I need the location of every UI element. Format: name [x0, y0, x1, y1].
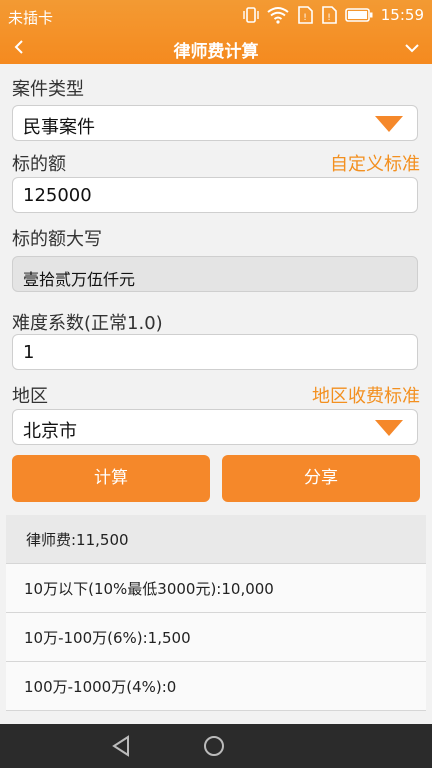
system-nav-bar [0, 724, 432, 768]
result-row: 10万以下(10%最低3000元):10,000 [6, 564, 426, 613]
calculate-button[interactable]: 计算 [12, 455, 210, 502]
amount-upper-field: 壹拾贰万伍仟元 [12, 256, 418, 292]
result-text: 10万以下(10%最低3000元):10,000 [24, 580, 274, 598]
nav-bar: 律师费计算 [0, 32, 432, 64]
dropdown-arrow-icon [375, 116, 403, 132]
sim-card-icon: ! [297, 6, 313, 24]
case-type-value: 民事案件 [23, 117, 95, 138]
result-row: 100万-1000万(4%):0 [6, 662, 426, 711]
difficulty-label: 难度系数(正常1.0) [12, 313, 163, 334]
dropdown-arrow-icon [375, 420, 403, 436]
region-label: 地区 [12, 386, 48, 407]
battery-icon [344, 8, 373, 22]
back-triangle-icon[interactable] [110, 734, 134, 762]
case-type-label: 案件类型 [12, 79, 84, 100]
sim-card-icon: ! [321, 6, 337, 24]
result-text: 100万-1000万(4%):0 [24, 678, 177, 696]
chevron-down-icon[interactable] [402, 38, 422, 58]
status-icons: ! ! 15:59 [243, 6, 424, 24]
svg-text:!: ! [327, 13, 331, 23]
home-circle-icon[interactable] [202, 734, 226, 762]
amount-input[interactable]: 125000 [12, 177, 418, 213]
amount-label: 标的额 [12, 154, 66, 175]
case-type-dropdown[interactable]: 民事案件 [12, 105, 418, 141]
result-row: 10万-100万(6%):1,500 [6, 613, 426, 662]
region-standard-link[interactable]: 地区收费标准 [312, 382, 420, 408]
region-value: 北京市 [23, 421, 77, 442]
result-row-total: 律师费:11,500 [6, 515, 426, 564]
amount-value: 125000 [23, 185, 92, 206]
difficulty-input[interactable]: 1 [12, 334, 418, 370]
result-text: 10万-100万(6%):1,500 [24, 629, 191, 647]
status-bar: 未插卡 ! ! 15:59 [0, 0, 432, 32]
amount-upper-value: 壹拾贰万伍仟元 [23, 270, 136, 289]
custom-standard-link[interactable]: 自定义标准 [330, 150, 420, 176]
clock-text: 15:59 [380, 6, 424, 24]
wifi-icon [267, 6, 289, 24]
result-text: 律师费:11,500 [26, 531, 129, 549]
vibrate-icon [243, 6, 259, 24]
share-button[interactable]: 分享 [222, 455, 420, 502]
difficulty-value: 1 [23, 342, 35, 363]
results-list: 律师费:11,500 10万以下(10%最低3000元):10,000 10万-… [6, 515, 426, 711]
carrier-text: 未插卡 [8, 9, 54, 27]
app-header: 未插卡 ! ! 15:59 律师费计算 [0, 0, 432, 64]
svg-text:!: ! [303, 13, 307, 23]
region-dropdown[interactable]: 北京市 [12, 409, 418, 445]
amount-upper-label: 标的额大写 [12, 229, 102, 250]
page-title: 律师费计算 [173, 42, 259, 62]
